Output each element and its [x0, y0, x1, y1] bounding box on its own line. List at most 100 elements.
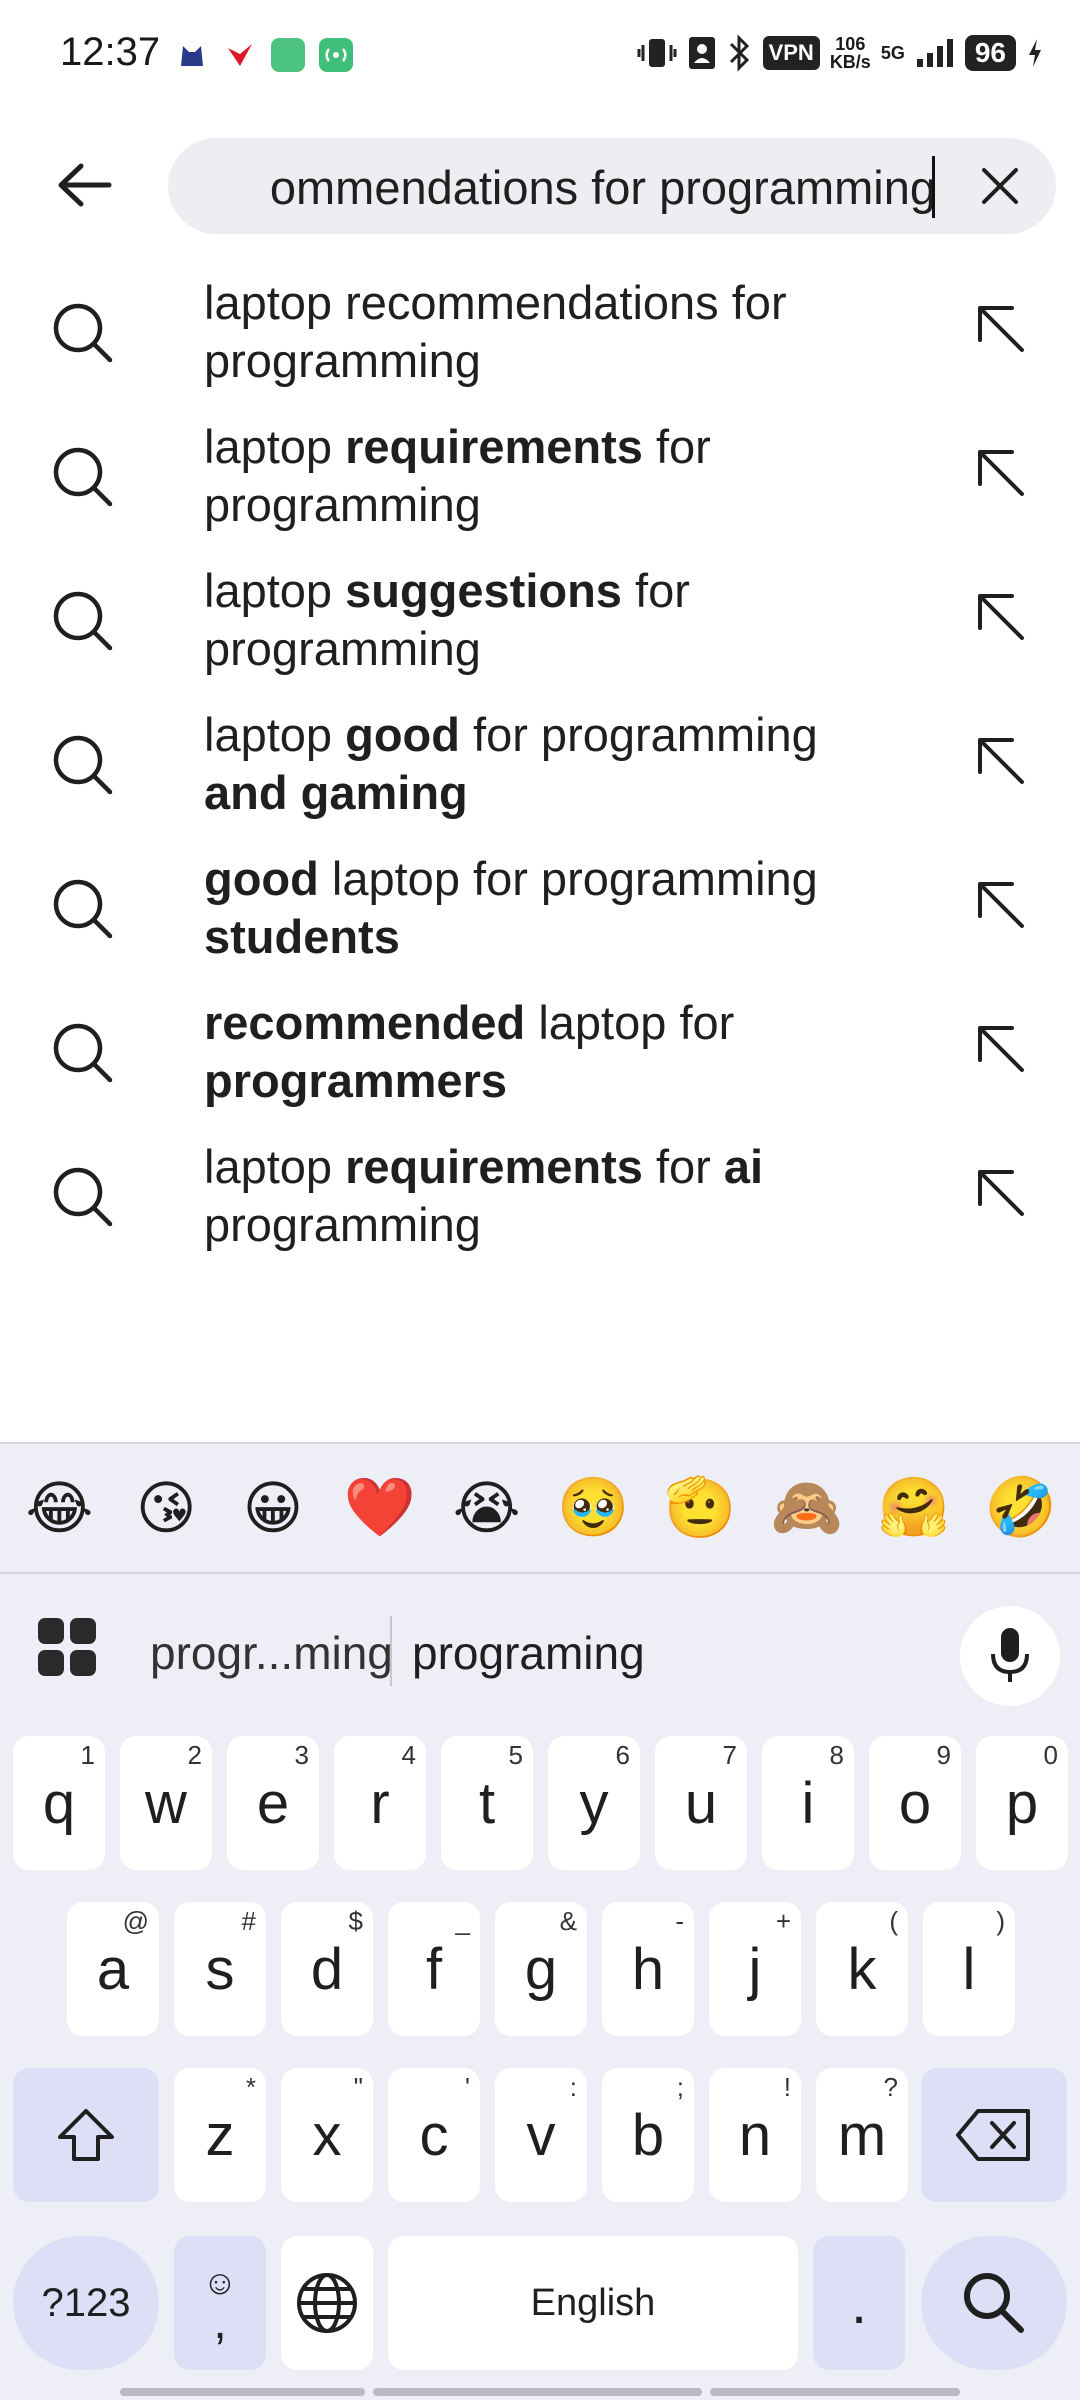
suggestion-highlight: students — [204, 910, 400, 963]
speed-value: 106 — [835, 34, 866, 54]
key-hint: ; — [676, 2072, 684, 2102]
key-n[interactable]: n! — [709, 2068, 801, 2202]
keyboard-suggestion-bar: progr...ming programing — [0, 1576, 1080, 1706]
key-letter: w — [145, 1770, 187, 1836]
key-v[interactable]: v: — [495, 2068, 587, 2202]
suggestion-row[interactable]: laptop requirements for programming — [0, 414, 1080, 558]
fill-query-arrow-icon[interactable] — [970, 298, 1030, 358]
key-f[interactable]: f _ — [388, 1902, 480, 2036]
key-letter: j — [748, 1936, 762, 2002]
key-letter: e — [256, 1770, 290, 1836]
suggestion-fragment: laptop for — [525, 996, 735, 1049]
comma-label: , — [213, 2296, 227, 2349]
emoji-key[interactable]: 🥹 — [548, 1474, 638, 1542]
key-e[interactable]: e3 — [227, 1736, 319, 1870]
key-g[interactable]: g & — [495, 1902, 587, 2036]
key-hint: ( — [889, 1906, 898, 1936]
fill-query-arrow-icon[interactable] — [970, 874, 1030, 934]
search-action-key[interactable] — [921, 2236, 1067, 2370]
suggestion-list: laptop recommendations for programming la… — [0, 270, 1080, 1278]
clear-search-button[interactable] — [968, 154, 1032, 218]
search-icon — [50, 444, 116, 510]
fill-query-arrow-icon[interactable] — [970, 586, 1030, 646]
key-x[interactable]: x " — [281, 2068, 373, 2202]
suggestion-row[interactable]: laptop recommendations for programming — [0, 270, 1080, 414]
search-icon — [50, 1164, 116, 1230]
emoji-key[interactable]: 🤗 — [869, 1474, 959, 1542]
suggestion-row[interactable]: good laptop for programming students — [0, 846, 1080, 990]
key-h[interactable]: h- — [602, 1902, 694, 2036]
key-letter: p — [1005, 1770, 1039, 1836]
suggestion-fragment: programming — [204, 1198, 481, 1251]
red-app-icon — [223, 38, 257, 72]
emoji-key[interactable]: 😀 — [228, 1474, 318, 1542]
shift-key[interactable] — [13, 2068, 159, 2202]
space-key[interactable]: English — [388, 2236, 798, 2370]
vibrate-icon — [637, 39, 677, 67]
key-a[interactable]: a @ — [67, 1902, 159, 2036]
key-hint: 2 — [187, 1740, 202, 1770]
key-hint: $ — [348, 1906, 363, 1936]
key-i[interactable]: i8 — [762, 1736, 854, 1870]
suggestion-text: laptop good for programming and gaming — [204, 706, 904, 822]
emoji-key[interactable]: ❤️ — [335, 1474, 425, 1542]
key-letter: u — [684, 1770, 718, 1836]
key-hint: - — [675, 1906, 684, 1936]
suggestion-row[interactable]: laptop suggestions for programming — [0, 558, 1080, 702]
system-icons: VPN 106 KB/s 5G 96 — [637, 34, 1044, 72]
emoji-key[interactable]: 😘 — [121, 1474, 211, 1542]
key-k[interactable]: k( — [816, 1902, 908, 2036]
fill-query-arrow-icon[interactable] — [970, 730, 1030, 790]
voice-input-button[interactable] — [960, 1606, 1060, 1706]
vpn-badge: VPN — [762, 36, 820, 70]
emoji-key[interactable]: 😂 — [14, 1474, 104, 1542]
symbols-key[interactable]: ?123 — [13, 2236, 159, 2370]
fill-query-arrow-icon[interactable] — [970, 442, 1030, 502]
suggestion-row[interactable]: recommended laptop for programmers — [0, 990, 1080, 1134]
search-input[interactable]: ommendations for programming — [168, 138, 1056, 234]
key-y[interactable]: y6 — [548, 1736, 640, 1870]
key-b[interactable]: b; — [602, 2068, 694, 2202]
emoji-key[interactable]: 🫡 — [655, 1474, 745, 1542]
emoji-key[interactable]: 🙈 — [762, 1474, 852, 1542]
suggestion-fragment: laptop for programming — [318, 852, 818, 905]
suggestion-row[interactable]: laptop good for programming and gaming — [0, 702, 1080, 846]
status-bar: 12:37 VPN 106 KB/s 5G 96 — [0, 0, 1080, 110]
suggestion-fragment: laptop — [204, 564, 346, 617]
keyboard-suggestion-1[interactable]: progr...ming — [150, 1626, 393, 1680]
close-icon — [982, 168, 1018, 204]
network-type: 5G — [881, 44, 905, 62]
key-letter: b — [631, 2102, 665, 2168]
fill-query-arrow-icon[interactable] — [970, 1162, 1030, 1222]
key-r[interactable]: r4 — [334, 1736, 426, 1870]
fill-query-arrow-icon[interactable] — [970, 1018, 1030, 1078]
key-letter: c — [419, 2102, 449, 2168]
emoji-key[interactable]: 😭 — [442, 1474, 532, 1542]
key-letter: r — [370, 1770, 390, 1836]
back-button[interactable] — [50, 150, 120, 220]
key-c[interactable]: c ' — [388, 2068, 480, 2202]
suggestion-row[interactable]: laptop requirements for ai programming — [0, 1134, 1080, 1278]
key-m[interactable]: m? — [816, 2068, 908, 2202]
keyboard-suggestion-2[interactable]: programing — [412, 1626, 645, 1680]
emoji-comma-key[interactable]: ☺, — [174, 2236, 266, 2370]
key-w[interactable]: w2 — [120, 1736, 212, 1870]
key-o[interactable]: o9 — [869, 1736, 961, 1870]
key-p[interactable]: p0 — [976, 1736, 1068, 1870]
key-q[interactable]: q1 — [13, 1736, 105, 1870]
key-j[interactable]: j + — [709, 1902, 801, 2036]
key-hint: ' — [465, 2072, 470, 2102]
key-z[interactable]: z * — [174, 2068, 266, 2202]
key-d[interactable]: d $ — [281, 1902, 373, 2036]
emoji-key[interactable]: 🤣 — [976, 1474, 1066, 1542]
key-s[interactable]: s # — [174, 1902, 266, 2036]
period-key[interactable]: . — [813, 2236, 905, 2370]
arrow-left-icon — [58, 163, 112, 207]
backspace-key[interactable] — [921, 2068, 1067, 2202]
key-l[interactable]: l) — [923, 1902, 1015, 2036]
suggestion-fragment: laptop — [204, 1140, 346, 1193]
apps-grid-button[interactable] — [36, 1616, 98, 1678]
key-u[interactable]: u7 — [655, 1736, 747, 1870]
key-t[interactable]: t5 — [441, 1736, 533, 1870]
language-key[interactable] — [281, 2236, 373, 2370]
